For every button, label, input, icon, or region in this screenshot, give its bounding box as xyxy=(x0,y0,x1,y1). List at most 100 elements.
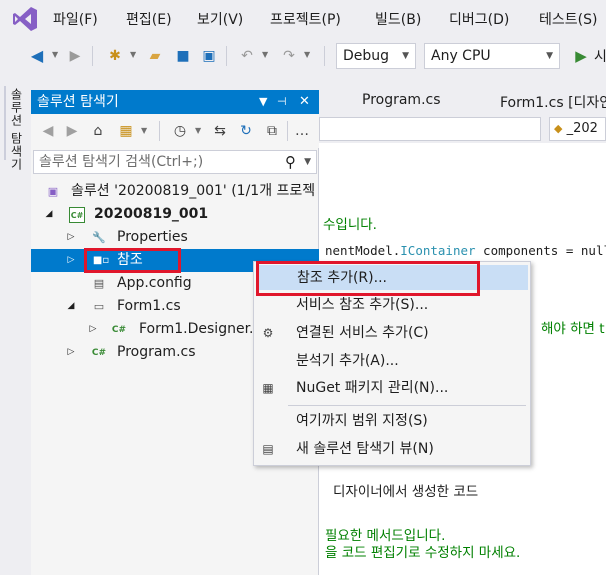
more-tools-icon[interactable]: … xyxy=(293,122,311,140)
side-tab-strip: 솔루션 탐색기 xyxy=(0,74,31,575)
undo-icon[interactable]: ↶ xyxy=(238,47,256,65)
code-type-token: IContainer xyxy=(400,243,476,258)
save-icon[interactable]: ■ xyxy=(174,47,192,65)
sync-active-document-icon[interactable]: ⇆ xyxy=(211,122,229,140)
start-button-label[interactable]: 시 xyxy=(594,46,606,66)
solution-platform-combo[interactable]: Any CPU ▼ xyxy=(424,43,560,69)
solution-icon: ▣ xyxy=(47,185,59,198)
document-tab-strip: Program.cs Form1.cs [디자인 xyxy=(319,90,606,114)
visual-studio-logo-icon[interactable] xyxy=(12,6,38,32)
solution-explorer-search-input[interactable]: 솔루션 탐색기 검색(Ctrl+;) ⚲ ▼ xyxy=(33,150,317,174)
csharp-project-icon: C# xyxy=(69,207,85,223)
csharp-file-icon: C# xyxy=(111,325,127,335)
csharp-file-icon: C# xyxy=(91,348,107,358)
toolbar-separator xyxy=(159,121,160,141)
chevron-down-icon: ▼ xyxy=(546,51,553,61)
expand-arrow-icon[interactable]: ▷ xyxy=(65,249,77,272)
menu-debug[interactable]: 디버그(D) xyxy=(449,9,509,29)
menu-view[interactable]: 보기(V) xyxy=(197,9,243,29)
save-all-icon[interactable]: ▣ xyxy=(200,47,218,65)
expand-arrow-icon[interactable]: ▷ xyxy=(65,341,77,364)
menu-item-label: 새 솔루션 탐색기 뷰(N) xyxy=(296,441,434,457)
tree-item-label: App.config xyxy=(117,275,192,291)
annotation-highlight-references xyxy=(84,248,181,273)
chevron-down-icon: ▼ xyxy=(402,51,409,61)
solution-explorer-toolbar: ◀ ▶ ⌂ ▦ ▼ ◷ ▼ ⇆ ↻ ⧉ … xyxy=(31,114,319,148)
project-nav-combo[interactable] xyxy=(319,117,541,141)
type-nav-combo[interactable]: ◆ _202 xyxy=(549,117,606,141)
standard-toolbar: ◀ ▼ ▶ ✱ ▼ ▰ ■ ▣ ↶ ▼ ↷ ▼ Debug ▼ Any CPU … xyxy=(0,38,606,74)
menu-item-label: 분석기 추가(A)... xyxy=(296,353,399,369)
close-icon[interactable]: ✕ xyxy=(299,90,310,114)
chevron-down-icon[interactable]: ▼ xyxy=(130,46,138,64)
tree-item-project[interactable]: ◢ C# 20200819_001 xyxy=(31,203,319,226)
menu-item-add-connected-service[interactable]: ⚙ 연결된 서비스 추가(C) xyxy=(256,321,528,346)
code-line-components: nentModel.IContainer components = null; xyxy=(325,243,606,258)
expand-arrow-icon[interactable]: ▷ xyxy=(65,226,77,249)
switch-views-icon[interactable]: ▦ xyxy=(117,122,135,140)
new-project-icon[interactable]: ✱ xyxy=(106,47,124,65)
tree-item-label: Form1.cs xyxy=(117,298,181,314)
menu-item-label: 연결된 서비스 추가(C) xyxy=(296,325,429,341)
pending-changes-filter-icon[interactable]: ◷ xyxy=(171,122,189,140)
menu-bar: 파일(F) 편집(E) 보기(V) 프로젝트(P) 빌드(B) 디버그(D) 테… xyxy=(0,0,606,38)
code-token: components = null; xyxy=(475,243,606,258)
new-view-icon: ▤ xyxy=(262,442,274,456)
menu-project[interactable]: 프로젝트(P) xyxy=(270,9,341,29)
tab-form1-designer[interactable]: Form1.cs [디자인 xyxy=(500,92,606,112)
menu-item-scope-to-this[interactable]: 여기까지 범위 지정(S) xyxy=(256,409,528,434)
forward-icon[interactable]: ▶ xyxy=(63,122,81,140)
back-icon[interactable]: ◀ xyxy=(39,122,57,140)
menu-build[interactable]: 빌드(B) xyxy=(375,9,421,29)
pin-icon[interactable]: ⊣ xyxy=(277,90,287,114)
tree-item-label: Form1.Designer.cs xyxy=(139,321,269,337)
open-folder-icon[interactable]: ▰ xyxy=(146,47,164,65)
code-region-label: 디자이너에서 생성한 코드 xyxy=(333,484,479,500)
toolbar-separator xyxy=(92,46,93,66)
redo-icon[interactable]: ↷ xyxy=(280,47,298,65)
menu-edit[interactable]: 편집(E) xyxy=(126,9,172,29)
menu-file[interactable]: 파일(F) xyxy=(53,9,98,29)
menu-item-add-analyzer[interactable]: 분석기 추가(A)... xyxy=(256,349,528,374)
tree-item-label: 솔루션 '20200819_001' (1/1개 프로젝 xyxy=(71,183,316,199)
chevron-down-icon[interactable]: ▼ xyxy=(304,151,311,173)
window-position-icon[interactable]: ▼ xyxy=(259,90,267,114)
chevron-down-icon[interactable]: ▼ xyxy=(262,46,270,64)
tree-item-properties[interactable]: ▷ 🔧 Properties xyxy=(31,226,319,249)
menu-item-label: 여기까지 범위 지정(S) xyxy=(296,413,428,429)
home-icon[interactable]: ⌂ xyxy=(89,122,107,140)
refresh-icon[interactable]: ↻ xyxy=(237,122,255,140)
class-icon: ◆ xyxy=(554,122,563,135)
platform-value: Any CPU xyxy=(431,48,491,64)
code-comment-line: 해야 하면 t xyxy=(541,321,605,337)
collapse-arrow-icon[interactable]: ◢ xyxy=(65,295,77,318)
solution-configuration-combo[interactable]: Debug ▼ xyxy=(336,43,416,69)
solution-explorer-title-bar[interactable]: 솔루션 탐색기 ▼ ⊣ ✕ xyxy=(31,90,319,114)
chevron-down-icon[interactable]: ▼ xyxy=(52,46,60,64)
tree-item-solution[interactable]: ▣ 솔루션 '20200819_001' (1/1개 프로젝 xyxy=(31,180,319,203)
chevron-down-icon[interactable]: ▼ xyxy=(141,122,149,140)
search-icon[interactable]: ⚲ xyxy=(285,151,296,173)
menu-item-manage-nuget[interactable]: ▦ NuGet 패키지 관리(N)... xyxy=(256,376,528,401)
side-tab-indicator xyxy=(4,86,6,160)
start-debugging-icon[interactable]: ▶ xyxy=(572,47,590,65)
code-token: nentModel. xyxy=(325,243,401,258)
menu-item-new-explorer-view[interactable]: ▤ 새 솔루션 탐색기 뷰(N) xyxy=(256,437,528,462)
chevron-down-icon[interactable]: ▼ xyxy=(304,46,312,64)
annotation-highlight-add-reference xyxy=(256,261,480,296)
side-tab-solution-explorer[interactable]: 솔루션 탐색기 xyxy=(8,88,25,171)
collapse-all-icon[interactable]: ⧉ xyxy=(263,122,281,140)
tab-program-cs[interactable]: Program.cs xyxy=(362,92,441,108)
code-comment-line: 을 코드 편집기로 수정하지 마세요. xyxy=(325,545,521,561)
expand-arrow-icon[interactable]: ▷ xyxy=(87,318,99,341)
menu-item-label: 서비스 참조 추가(S)... xyxy=(296,297,429,313)
chevron-down-icon[interactable]: ▼ xyxy=(195,122,203,140)
editor-navigation-bar: ◆ _202 xyxy=(319,116,606,142)
panel-title: 솔루션 탐색기 xyxy=(37,94,119,110)
navigate-back-icon[interactable]: ◀ xyxy=(28,47,46,65)
code-comment-line: 수입니다. xyxy=(323,217,377,233)
menu-test[interactable]: 테스트(S) xyxy=(539,9,597,29)
collapse-arrow-icon[interactable]: ◢ xyxy=(43,203,55,226)
menu-item-add-service-reference[interactable]: 서비스 참조 추가(S)... xyxy=(256,293,528,318)
navigate-forward-icon[interactable]: ▶ xyxy=(66,47,84,65)
